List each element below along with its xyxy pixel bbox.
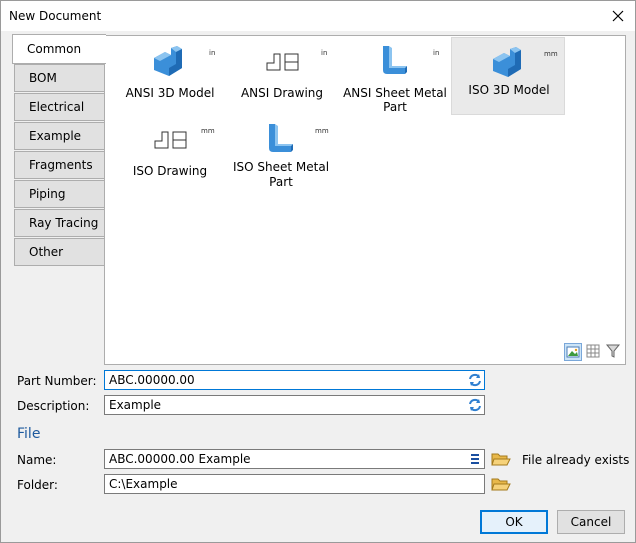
template-label-line1: ANSI Sheet Metal (343, 86, 447, 100)
name-label: Name: (17, 453, 57, 467)
folder-open-icon[interactable] (491, 451, 511, 467)
drawing-icon (154, 131, 187, 149)
part-number-input[interactable]: ABC.00000.00 (104, 370, 485, 390)
template-iso-sheet-metal-part[interactable]: mm ISO Sheet Metal Part (225, 118, 337, 194)
image-icon (566, 346, 580, 358)
folder-label: Folder: (17, 478, 58, 492)
3d-model-icon (493, 47, 521, 77)
part-number-label: Part Number: (17, 374, 97, 388)
unit-label: in (321, 49, 328, 57)
template-ansi-3d-model[interactable]: in ANSI 3D Model (115, 40, 227, 116)
drawing-icon (266, 53, 299, 71)
tab-fragments[interactable]: Fragments (14, 151, 105, 179)
template-label-line2: Part (383, 100, 407, 114)
template-panel: in ANSI 3D Model in ANSI Drawing in ANSI… (104, 35, 626, 365)
file-status: File already exists (522, 453, 630, 467)
view-grid-button[interactable] (585, 343, 603, 361)
close-icon (612, 10, 624, 22)
template-ansi-sheet-metal-part[interactable]: in ANSI Sheet Metal Part (339, 40, 451, 116)
list-icon[interactable] (467, 451, 483, 467)
new-document-dialog: New Document Common BOM Electrical Examp… (0, 0, 636, 543)
tab-electrical[interactable]: Electrical (14, 93, 105, 121)
tab-ray-tracing[interactable]: Ray Tracing (14, 209, 105, 237)
template-label-line2: Part (269, 175, 293, 189)
tab-example[interactable]: Example (14, 122, 105, 150)
ok-button[interactable]: OK (480, 510, 548, 534)
refresh-icon[interactable] (467, 372, 483, 388)
unit-label: in (209, 49, 216, 57)
template-label: ISO Drawing (132, 164, 208, 178)
tab-common[interactable]: Common (12, 34, 106, 64)
grid-icon (586, 344, 600, 358)
filter-icon (605, 344, 621, 358)
template-label: ISO 3D Model (468, 83, 550, 97)
refresh-icon[interactable] (467, 397, 483, 413)
template-ansi-drawing[interactable]: in ANSI Drawing (227, 40, 339, 116)
unit-label: mm (201, 127, 215, 135)
description-label: Description: (17, 399, 90, 413)
template-iso-drawing[interactable]: mm ISO Drawing (115, 118, 227, 194)
sheet-metal-icon (269, 124, 293, 152)
file-section-heading: File (17, 426, 41, 442)
3d-model-icon (154, 46, 182, 76)
close-button[interactable] (609, 7, 627, 25)
view-icons-button[interactable] (564, 343, 582, 361)
tab-other[interactable]: Other (14, 238, 105, 266)
name-input[interactable]: ABC.00000.00 Example (104, 449, 485, 469)
tab-piping[interactable]: Piping (14, 180, 105, 208)
template-label-line1: ISO Sheet Metal (232, 160, 330, 174)
folder-input[interactable]: C:\Example (104, 474, 485, 494)
cancel-button[interactable]: Cancel (557, 510, 625, 534)
template-iso-3d-model[interactable]: mm ISO 3D Model (451, 37, 565, 115)
window-title: New Document (9, 9, 102, 23)
folder-open-icon[interactable] (491, 476, 511, 492)
template-label: ANSI 3D Model (125, 86, 215, 100)
sheet-metal-icon (383, 46, 407, 74)
tab-bom[interactable]: BOM (14, 64, 105, 92)
unit-label: in (433, 49, 440, 57)
unit-label: mm (544, 50, 558, 58)
filter-button[interactable] (605, 343, 623, 361)
unit-label: mm (315, 127, 329, 135)
title-bar: New Document (1, 1, 635, 31)
description-input[interactable]: Example (104, 395, 485, 415)
template-label: ANSI Drawing (240, 86, 324, 100)
